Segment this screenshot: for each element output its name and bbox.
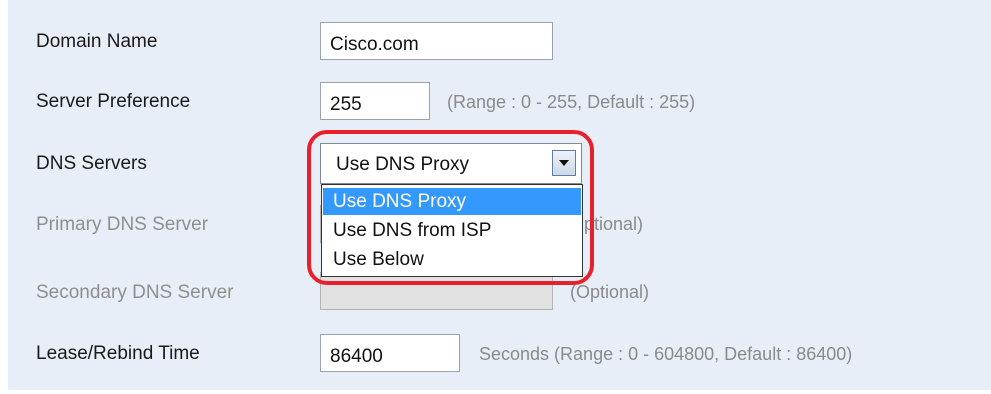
secondary-dns-hint: (Optional) bbox=[570, 282, 650, 302]
option-use-dns-from-isp[interactable]: Use DNS from ISP bbox=[323, 217, 581, 244]
dns-servers-options-list: Use DNS Proxy Use DNS from ISP Use Below bbox=[321, 184, 583, 277]
server-preference-hint: (Range : 0 - 255, Default : 255) bbox=[447, 92, 696, 112]
option-use-below[interactable]: Use Below bbox=[323, 246, 581, 273]
secondary-dns-label: Secondary DNS Server bbox=[36, 282, 234, 303]
dns-servers-label: DNS Servers bbox=[36, 153, 147, 174]
secondary-dns-input bbox=[320, 272, 553, 310]
domain-name-input[interactable] bbox=[320, 22, 553, 60]
server-preference-label: Server Preference bbox=[36, 91, 191, 112]
option-use-dns-proxy[interactable]: Use DNS Proxy bbox=[323, 188, 581, 215]
primary-dns-hint: ptional) bbox=[584, 214, 644, 234]
primary-dns-label: Primary DNS Server bbox=[36, 214, 209, 235]
lease-rebind-hint: Seconds (Range : 0 - 604800, Default : 8… bbox=[479, 344, 853, 364]
dns-servers-select[interactable]: Use DNS Proxy bbox=[320, 143, 582, 184]
chevron-down-icon bbox=[559, 160, 569, 166]
domain-name-label: Domain Name bbox=[36, 31, 158, 52]
lease-rebind-label: Lease/Rebind Time bbox=[36, 343, 200, 364]
lease-rebind-input[interactable] bbox=[320, 334, 460, 372]
server-preference-input[interactable] bbox=[320, 82, 430, 120]
dropdown-button[interactable] bbox=[552, 150, 576, 176]
dns-servers-selected-value: Use DNS Proxy bbox=[336, 154, 470, 175]
